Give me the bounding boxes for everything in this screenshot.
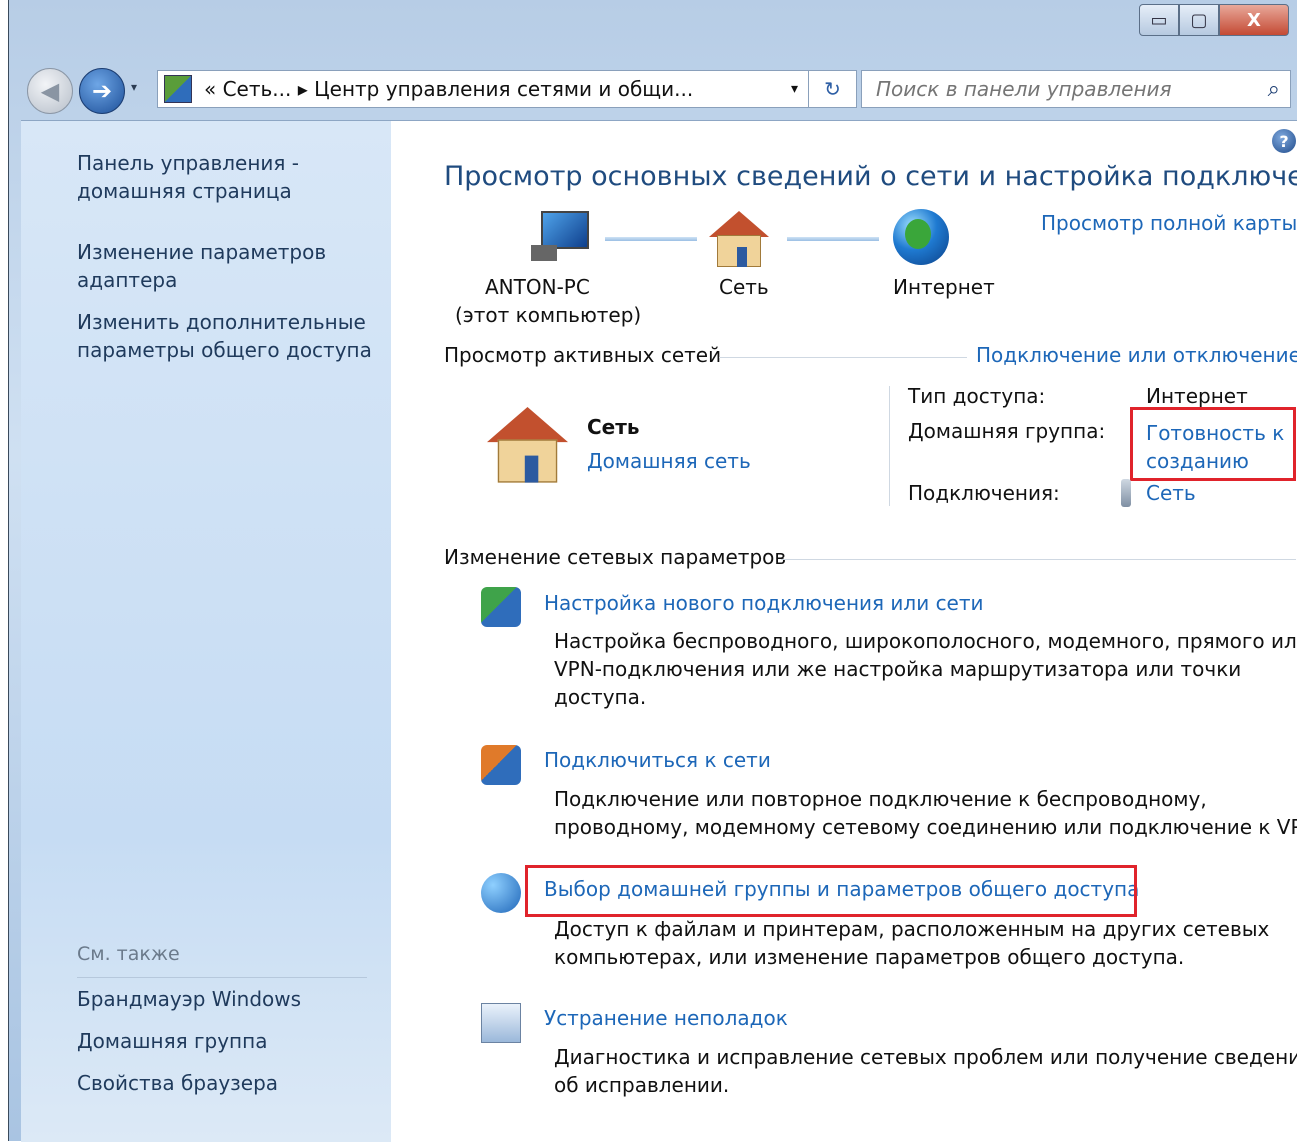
recent-pages-dropdown[interactable]: ▾ — [131, 80, 137, 94]
task-description: Настройка беспроводного, широкополосного… — [554, 629, 1297, 653]
homegroup-label: Домашняя группа: — [908, 419, 1106, 443]
task-new-connection-link[interactable]: Настройка нового подключения или сети — [544, 591, 984, 615]
title-bar: ▭ ▢ X — [9, 0, 1297, 58]
active-networks-header: Просмотр активных сетей — [444, 343, 722, 367]
connect-network-icon — [481, 745, 521, 785]
address-dropdown-icon[interactable]: ▾ — [791, 81, 798, 97]
computer-icon — [531, 211, 589, 261]
see-also-divider — [77, 977, 367, 978]
window-controls: ▭ ▢ X — [1139, 4, 1289, 38]
sidebar-item-homegroup[interactable]: Домашняя группа — [77, 1027, 267, 1055]
map-connection-line — [605, 237, 697, 241]
control-panel-icon — [164, 75, 192, 103]
internet-globe-icon — [893, 209, 949, 265]
network-type-link[interactable]: Домашняя сеть — [587, 449, 751, 473]
search-icon[interactable]: ⌕ — [1268, 77, 1280, 102]
navigation-bar: ◀ ➔ ▾ « Сеть... ▸ Центр управления сетям… — [9, 62, 1297, 114]
section-divider — [719, 357, 967, 358]
task-description: проводному, модемному сетевому соединени… — [554, 815, 1297, 839]
troubleshoot-icon — [481, 1003, 521, 1043]
ethernet-cable-icon — [1121, 479, 1131, 507]
sidebar-item-label: домашняя страница — [77, 179, 292, 203]
task-description: Подключение или повторное подключение к … — [554, 787, 1207, 811]
task-description: VPN-подключения или же настройка маршрут… — [554, 657, 1242, 681]
map-internet-label: Интернет — [893, 275, 995, 299]
sidebar-item-label: Изменить дополнительные — [77, 310, 366, 334]
task-description: доступа. — [554, 685, 647, 709]
see-also-label: См. также — [77, 943, 180, 965]
network-house-icon — [709, 211, 769, 267]
search-box[interactable]: ⌕ — [861, 70, 1291, 108]
task-description: Доступ к файлам и принтерам, расположенн… — [554, 917, 1270, 941]
help-icon[interactable]: ? — [1272, 129, 1296, 153]
minimize-button[interactable]: ▭ — [1139, 4, 1179, 36]
task-description: об исправлении. — [554, 1073, 730, 1097]
sidebar-item-browser-properties[interactable]: Свойства браузера — [77, 1069, 278, 1097]
task-connect-network-link[interactable]: Подключиться к сети — [544, 748, 771, 772]
map-connection-line — [787, 237, 879, 241]
sidebar-item-adapter[interactable]: Изменение параметров адаптера — [77, 238, 326, 294]
sidebar-item-label: Изменение параметров — [77, 240, 327, 264]
computer-subtitle: (этот компьютер) — [455, 303, 642, 327]
highlight-box — [525, 865, 1137, 917]
section-divider — [781, 559, 1296, 560]
change-settings-header: Изменение сетевых параметров — [444, 545, 787, 569]
task-description: компьютерах, или изменение параметров об… — [554, 945, 1185, 969]
content-area: Панель управления - домашняя страница Из… — [21, 120, 1297, 1142]
sidebar-item-sharing[interactable]: Изменить дополнительные параметры общего… — [77, 308, 372, 364]
connect-disconnect-link[interactable]: Подключение или отключение — [976, 343, 1297, 367]
active-network-name: Сеть — [587, 415, 640, 439]
forward-button[interactable]: ➔ — [79, 68, 125, 114]
maximize-button[interactable]: ▢ — [1179, 4, 1219, 36]
full-map-link[interactable]: Просмотр полной карты — [1041, 211, 1297, 235]
highlight-box — [1130, 407, 1296, 481]
active-network-house-icon — [487, 407, 600, 512]
control-panel-window: ▭ ▢ X ◀ ➔ ▾ « Сеть... ▸ Центр управления… — [8, 0, 1297, 1142]
vertical-divider — [889, 386, 890, 506]
sidebar-item-home[interactable]: Панель управления - домашняя страница — [77, 149, 299, 205]
connection-network-link[interactable]: Сеть — [1146, 481, 1196, 505]
sidebar-item-label: адаптера — [77, 268, 178, 292]
connections-label: Подключения: — [908, 481, 1060, 505]
new-connection-icon — [481, 587, 521, 627]
access-type-label: Тип доступа: — [908, 384, 1046, 408]
close-button[interactable]: X — [1219, 4, 1289, 36]
computer-name: ANTON-PC — [485, 275, 590, 299]
address-bar[interactable]: « Сеть... ▸ Центр управления сетями и об… — [157, 70, 809, 108]
main-panel: ? Просмотр основных сведений о сети и на… — [391, 121, 1297, 1142]
task-description: Диагностика и исправление сетевых пробле… — [554, 1045, 1297, 1069]
sidebar-item-label: Панель управления - — [77, 151, 300, 175]
homegroup-icon — [481, 873, 521, 913]
breadcrumb[interactable]: « Сеть... ▸ Центр управления сетями и об… — [204, 77, 693, 101]
refresh-icon[interactable]: ↻ — [809, 70, 857, 108]
back-button[interactable]: ◀ — [27, 68, 73, 114]
sidebar-item-firewall[interactable]: Брандмауэр Windows — [77, 985, 301, 1013]
search-input[interactable] — [874, 76, 1268, 102]
sidebar-item-label: параметры общего доступа — [77, 338, 372, 362]
map-network-label: Сеть — [719, 275, 769, 299]
sidebar: Панель управления - домашняя страница Из… — [21, 121, 391, 1142]
page-title: Просмотр основных сведений о сети и наст… — [444, 161, 1297, 192]
access-type-value: Интернет — [1146, 384, 1248, 408]
task-troubleshoot-link[interactable]: Устранение неполадок — [544, 1006, 788, 1030]
